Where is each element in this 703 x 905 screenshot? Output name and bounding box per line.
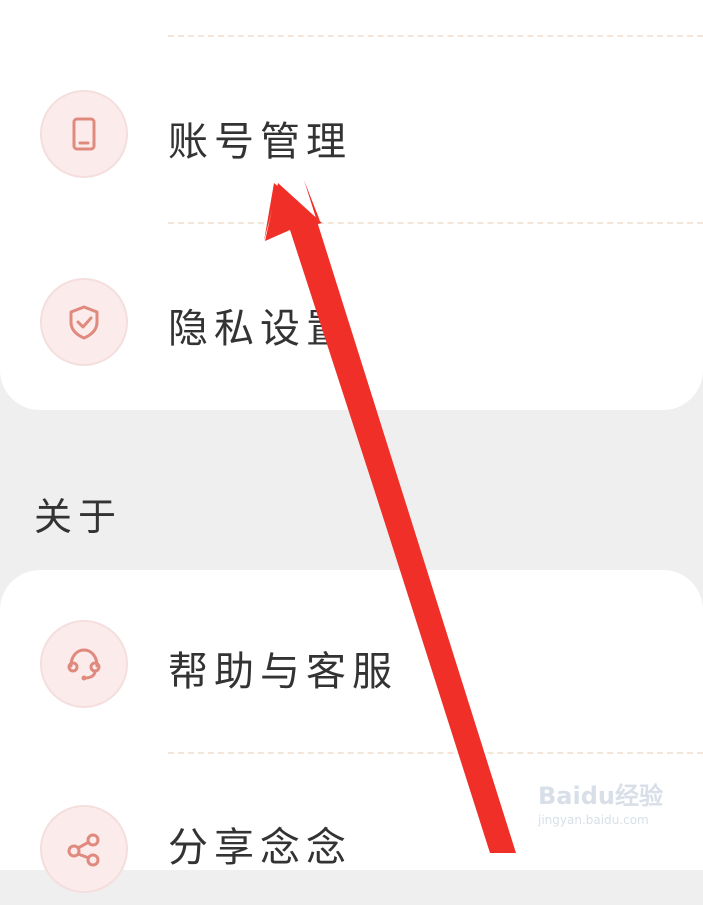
privacy-settings-row[interactable]: 隐私设置 <box>0 272 703 372</box>
watermark-brand: Baidu经验 <box>538 782 663 810</box>
divider <box>168 222 703 224</box>
shield-check-icon <box>40 278 128 366</box>
headset-icon <box>40 620 128 708</box>
share-icon <box>40 805 128 893</box>
watermark-url: jingyan.baidu.com <box>538 813 649 827</box>
account-management-label: 账号管理 <box>168 119 352 165</box>
phone-icon <box>40 90 128 178</box>
help-support-label: 帮助与客服 <box>168 649 398 695</box>
privacy-settings-label: 隐私设置 <box>168 306 352 352</box>
divider <box>168 35 703 37</box>
account-settings-card: 账号管理 隐私设置 <box>0 0 703 410</box>
baidu-watermark: Baidu经验 jingyan.baidu.com <box>538 776 678 836</box>
share-app-label: 分享念念 <box>168 825 352 871</box>
divider <box>168 752 703 754</box>
account-management-row[interactable]: 账号管理 <box>0 83 703 183</box>
help-support-row[interactable]: 帮助与客服 <box>0 613 703 713</box>
section-title-about: 关于 <box>34 495 123 539</box>
